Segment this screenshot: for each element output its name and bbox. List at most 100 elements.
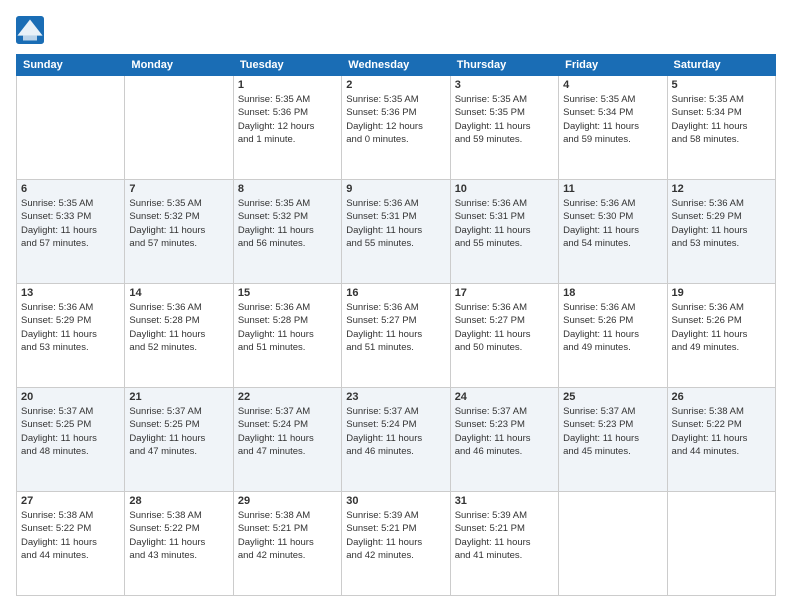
calendar-cell: 7 Sunrise: 5:35 AM Sunset: 5:32 PM Daylig… (125, 180, 233, 284)
weekday-header-row: SundayMondayTuesdayWednesdayThursdayFrid… (17, 55, 776, 76)
logo (16, 16, 48, 44)
calendar-cell: 24Sunrise: 5:37 AM Sunset: 5:23 PM Dayli… (450, 388, 558, 492)
day-number: 11 (563, 183, 662, 195)
day-number: 16 (346, 287, 445, 299)
weekday-header: Friday (559, 55, 667, 76)
day-number: 13 (21, 287, 120, 299)
day-info: Sunrise: 5:37 AM Sunset: 5:25 PM Dayligh… (129, 405, 228, 458)
day-number: 8 (238, 183, 337, 195)
calendar-cell (17, 76, 125, 180)
day-number: 25 (563, 391, 662, 403)
weekday-header: Thursday (450, 55, 558, 76)
calendar-cell: 22 Sunrise: 5:37 AM Sunset: 5:24 PM Dayli… (233, 388, 341, 492)
calendar-cell: 13Sunrise: 5:36 AM Sunset: 5:29 PM Dayli… (17, 284, 125, 388)
calendar-cell: 1 Sunrise: 5:35 AM Sunset: 5:36 PM Daylig… (233, 76, 341, 180)
calendar-week-row: 20 Sunrise: 5:37 AM Sunset: 5:25 PM Dayli… (17, 388, 776, 492)
calendar-cell (125, 76, 233, 180)
logo-icon (16, 16, 44, 44)
calendar-cell: 9 Sunrise: 5:36 AM Sunset: 5:31 PM Daylig… (342, 180, 450, 284)
day-number: 30 (346, 495, 445, 507)
day-number: 22 (238, 391, 337, 403)
calendar-cell (559, 492, 667, 596)
day-info: Sunrise: 5:35 AM Sunset: 5:34 PM Dayligh… (672, 93, 771, 146)
day-info: Sunrise: 5:36 AM Sunset: 5:31 PM Dayligh… (346, 197, 445, 250)
calendar-week-row: 13Sunrise: 5:36 AM Sunset: 5:29 PM Dayli… (17, 284, 776, 388)
weekday-header: Sunday (17, 55, 125, 76)
calendar-cell: 14Sunrise: 5:36 AM Sunset: 5:28 PM Dayli… (125, 284, 233, 388)
day-info: Sunrise: 5:35 AM Sunset: 5:32 PM Dayligh… (129, 197, 228, 250)
day-info: Sunrise: 5:35 AM Sunset: 5:32 PM Dayligh… (238, 197, 337, 250)
day-info: Sunrise: 5:37 AM Sunset: 5:23 PM Dayligh… (563, 405, 662, 458)
day-number: 19 (672, 287, 771, 299)
weekday-header: Monday (125, 55, 233, 76)
calendar-week-row: 27 Sunrise: 5:38 AM Sunset: 5:22 PM Dayli… (17, 492, 776, 596)
day-info: Sunrise: 5:39 AM Sunset: 5:21 PM Dayligh… (346, 509, 445, 562)
calendar-cell: 15 Sunrise: 5:36 AM Sunset: 5:28 PM Dayli… (233, 284, 341, 388)
calendar-cell: 6Sunrise: 5:35 AM Sunset: 5:33 PM Daylig… (17, 180, 125, 284)
day-info: Sunrise: 5:35 AM Sunset: 5:36 PM Dayligh… (346, 93, 445, 146)
day-info: Sunrise: 5:36 AM Sunset: 5:31 PM Dayligh… (455, 197, 554, 250)
calendar-cell: 16 Sunrise: 5:36 AM Sunset: 5:27 PM Dayli… (342, 284, 450, 388)
day-number: 3 (455, 79, 554, 91)
day-number: 28 (129, 495, 228, 507)
day-info: Sunrise: 5:35 AM Sunset: 5:34 PM Dayligh… (563, 93, 662, 146)
day-info: Sunrise: 5:36 AM Sunset: 5:28 PM Dayligh… (238, 301, 337, 354)
day-number: 10 (455, 183, 554, 195)
header (16, 16, 776, 44)
calendar-cell: 27 Sunrise: 5:38 AM Sunset: 5:22 PM Dayli… (17, 492, 125, 596)
day-number: 12 (672, 183, 771, 195)
day-number: 27 (21, 495, 120, 507)
weekday-header: Wednesday (342, 55, 450, 76)
day-number: 20 (21, 391, 120, 403)
day-number: 7 (129, 183, 228, 195)
day-number: 5 (672, 79, 771, 91)
day-info: Sunrise: 5:37 AM Sunset: 5:24 PM Dayligh… (238, 405, 337, 458)
calendar-cell: 10 Sunrise: 5:36 AM Sunset: 5:31 PM Dayli… (450, 180, 558, 284)
calendar-cell: 4Sunrise: 5:35 AM Sunset: 5:34 PM Daylig… (559, 76, 667, 180)
day-number: 21 (129, 391, 228, 403)
day-info: Sunrise: 5:35 AM Sunset: 5:36 PM Dayligh… (238, 93, 337, 146)
calendar-cell: 30 Sunrise: 5:39 AM Sunset: 5:21 PM Dayli… (342, 492, 450, 596)
calendar-cell: 31 Sunrise: 5:39 AM Sunset: 5:21 PM Dayli… (450, 492, 558, 596)
calendar-table: SundayMondayTuesdayWednesdayThursdayFrid… (16, 54, 776, 596)
calendar-cell: 2 Sunrise: 5:35 AM Sunset: 5:36 PM Daylig… (342, 76, 450, 180)
weekday-header: Tuesday (233, 55, 341, 76)
calendar-cell: 12 Sunrise: 5:36 AM Sunset: 5:29 PM Dayli… (667, 180, 775, 284)
calendar-week-row: 6Sunrise: 5:35 AM Sunset: 5:33 PM Daylig… (17, 180, 776, 284)
calendar-cell: 18Sunrise: 5:36 AM Sunset: 5:26 PM Dayli… (559, 284, 667, 388)
calendar-cell: 28 Sunrise: 5:38 AM Sunset: 5:22 PM Dayli… (125, 492, 233, 596)
day-info: Sunrise: 5:36 AM Sunset: 5:29 PM Dayligh… (672, 197, 771, 250)
calendar-cell: 26 Sunrise: 5:38 AM Sunset: 5:22 PM Dayli… (667, 388, 775, 492)
calendar-cell: 3 Sunrise: 5:35 AM Sunset: 5:35 PM Daylig… (450, 76, 558, 180)
day-number: 2 (346, 79, 445, 91)
calendar-cell: 20 Sunrise: 5:37 AM Sunset: 5:25 PM Dayli… (17, 388, 125, 492)
day-info: Sunrise: 5:35 AM Sunset: 5:35 PM Dayligh… (455, 93, 554, 146)
day-info: Sunrise: 5:38 AM Sunset: 5:22 PM Dayligh… (21, 509, 120, 562)
calendar-cell: 25 Sunrise: 5:37 AM Sunset: 5:23 PM Dayli… (559, 388, 667, 492)
calendar-cell: 23Sunrise: 5:37 AM Sunset: 5:24 PM Dayli… (342, 388, 450, 492)
day-info: Sunrise: 5:36 AM Sunset: 5:28 PM Dayligh… (129, 301, 228, 354)
day-info: Sunrise: 5:37 AM Sunset: 5:23 PM Dayligh… (455, 405, 554, 458)
calendar-cell (667, 492, 775, 596)
day-info: Sunrise: 5:36 AM Sunset: 5:27 PM Dayligh… (455, 301, 554, 354)
weekday-header: Saturday (667, 55, 775, 76)
day-info: Sunrise: 5:36 AM Sunset: 5:27 PM Dayligh… (346, 301, 445, 354)
calendar-cell: 21 Sunrise: 5:37 AM Sunset: 5:25 PM Dayli… (125, 388, 233, 492)
day-number: 26 (672, 391, 771, 403)
day-number: 29 (238, 495, 337, 507)
day-info: Sunrise: 5:37 AM Sunset: 5:25 PM Dayligh… (21, 405, 120, 458)
day-number: 15 (238, 287, 337, 299)
calendar-cell: 11 Sunrise: 5:36 AM Sunset: 5:30 PM Dayli… (559, 180, 667, 284)
day-info: Sunrise: 5:36 AM Sunset: 5:30 PM Dayligh… (563, 197, 662, 250)
day-info: Sunrise: 5:39 AM Sunset: 5:21 PM Dayligh… (455, 509, 554, 562)
day-info: Sunrise: 5:38 AM Sunset: 5:21 PM Dayligh… (238, 509, 337, 562)
day-info: Sunrise: 5:38 AM Sunset: 5:22 PM Dayligh… (672, 405, 771, 458)
day-number: 17 (455, 287, 554, 299)
day-number: 31 (455, 495, 554, 507)
calendar-cell: 8 Sunrise: 5:35 AM Sunset: 5:32 PM Daylig… (233, 180, 341, 284)
calendar-cell: 19Sunrise: 5:36 AM Sunset: 5:26 PM Dayli… (667, 284, 775, 388)
day-number: 9 (346, 183, 445, 195)
calendar-cell: 17 Sunrise: 5:36 AM Sunset: 5:27 PM Dayli… (450, 284, 558, 388)
day-number: 1 (238, 79, 337, 91)
day-info: Sunrise: 5:38 AM Sunset: 5:22 PM Dayligh… (129, 509, 228, 562)
